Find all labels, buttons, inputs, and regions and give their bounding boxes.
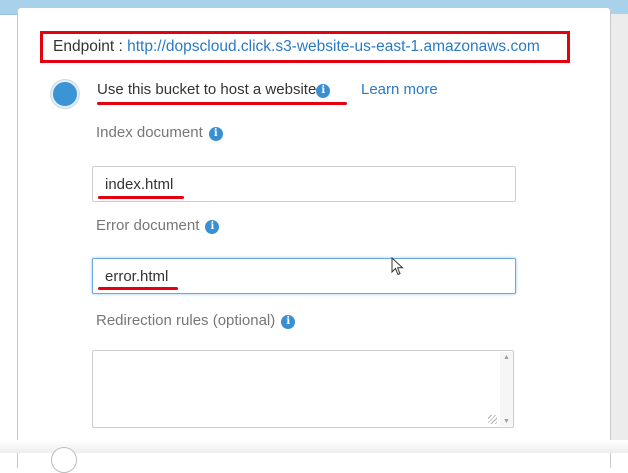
page-scroll-area: [611, 14, 628, 453]
resize-grip-icon[interactable]: [488, 415, 497, 424]
info-icon[interactable]: i: [281, 315, 296, 329]
host-website-radio[interactable]: [51, 80, 79, 108]
error-document-label-text: Error document: [96, 217, 200, 234]
mouse-pointer-icon: [391, 257, 404, 276]
endpoint-url-link[interactable]: http://dopscloud.click.s3-website-us-eas…: [127, 38, 540, 55]
info-icon[interactable]: i: [316, 84, 331, 98]
error-document-label: Error document i: [96, 217, 220, 234]
host-website-label: Use this bucket to host a website i: [97, 81, 331, 98]
info-icon[interactable]: i: [205, 220, 220, 234]
index-document-label-text: Index document: [96, 124, 203, 141]
index-document-label: Index document i: [96, 124, 223, 141]
endpoint-label: Endpoint :: [53, 38, 123, 55]
redirect-requests-radio[interactable]: [51, 447, 77, 473]
endpoint-row: Endpoint : http://dopscloud.click.s3-web…: [40, 31, 570, 63]
redirection-rules-label: Redirection rules (optional) i: [96, 312, 296, 329]
scroll-down-arrow-icon[interactable]: ▼: [503, 418, 510, 425]
redirection-rules-label-text: Redirection rules (optional): [96, 312, 276, 329]
bottom-shade: [0, 440, 628, 453]
redirection-rules-textarea[interactable]: [92, 350, 514, 428]
annotation-underline: [97, 102, 347, 105]
host-website-label-text: Use this bucket to host a website: [97, 81, 317, 98]
info-icon[interactable]: i: [208, 127, 223, 141]
textarea-scrollbar[interactable]: [500, 352, 513, 426]
annotation-underline: [98, 196, 184, 199]
annotation-underline: [98, 287, 178, 290]
scroll-up-arrow-icon[interactable]: ▲: [503, 354, 510, 361]
learn-more-link[interactable]: Learn more: [361, 81, 438, 98]
